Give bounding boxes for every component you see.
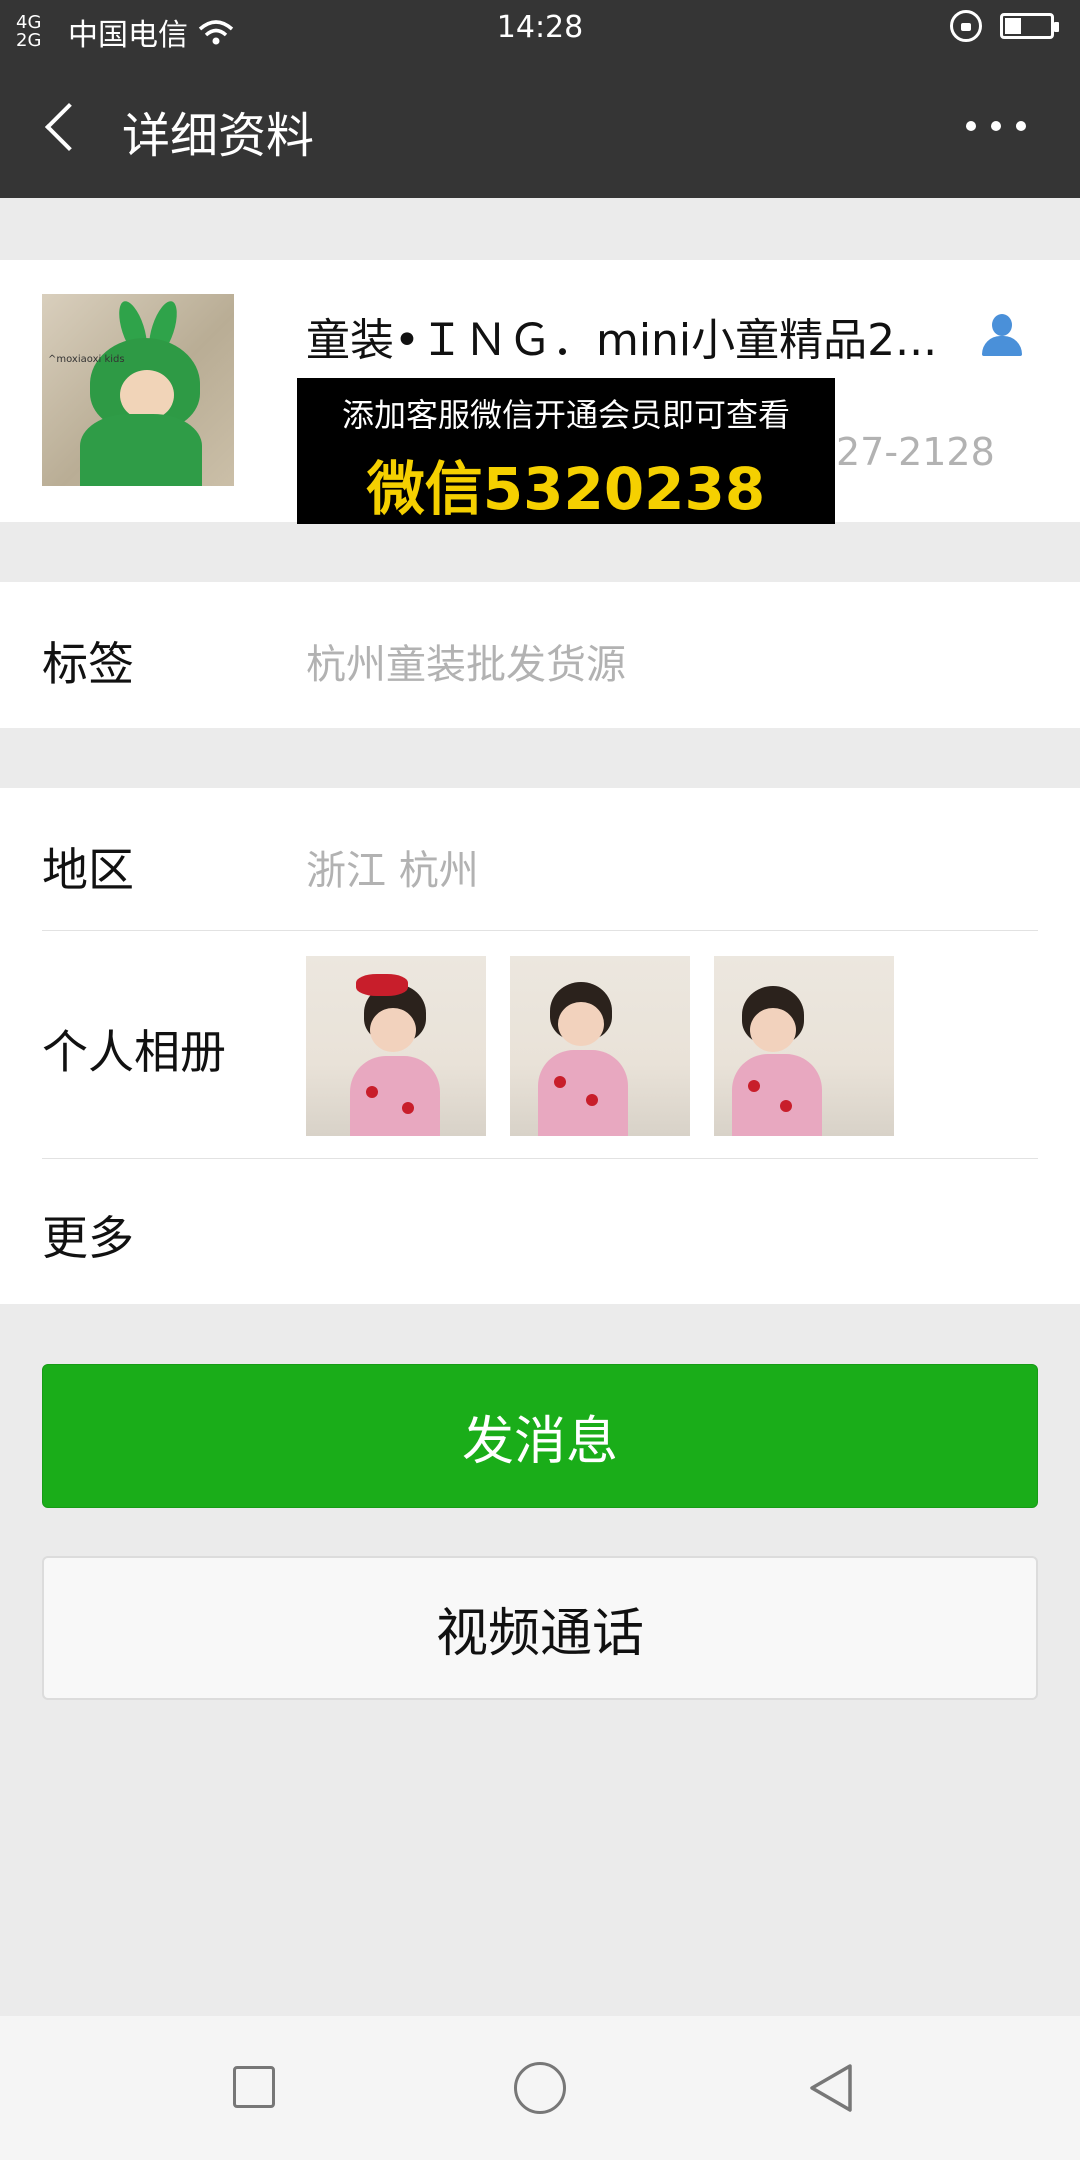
title-bar: 详细资料 — [0, 56, 1080, 198]
photo-face — [750, 1008, 796, 1052]
promo-line-1: 添加客服微信开通会员即可查看 — [341, 396, 790, 434]
avatar-watermark: ^moxiaoxi kids — [48, 354, 125, 365]
photo-cherry — [586, 1094, 598, 1106]
battery-level — [1005, 18, 1021, 34]
photo-cherry — [780, 1100, 792, 1112]
tags-value: 杭州童装批发货源 — [306, 642, 626, 688]
region-label: 地区 — [42, 843, 134, 897]
system-nav-bar — [0, 2016, 1080, 2160]
album-label: 个人相册 — [42, 1025, 226, 1079]
rotation-lock-icon — [950, 10, 982, 42]
divider — [42, 1158, 1038, 1159]
back-button[interactable] — [34, 96, 94, 156]
photo-bow — [356, 974, 408, 996]
promo-line-2: 微信5320238 — [366, 455, 766, 523]
album-photo[interactable] — [510, 956, 690, 1136]
photo-shirt — [350, 1056, 440, 1136]
video-call-button[interactable]: 视频通话 — [42, 1556, 1038, 1700]
info-card: 地区 浙江 杭州 个人相册 更多 — [0, 788, 1080, 1304]
photo-cherry — [366, 1086, 378, 1098]
promo-overlay: 添加客服微信开通会员即可查看 微信5320238 — [297, 378, 835, 524]
photo-face — [370, 1008, 416, 1052]
avatar[interactable]: ^moxiaoxi kids — [42, 294, 234, 486]
dot-icon — [991, 121, 1001, 131]
chevron-left-icon — [44, 102, 94, 152]
status-time: 14:28 — [496, 10, 584, 45]
album-photo[interactable] — [306, 956, 486, 1136]
photo-cherry — [402, 1102, 414, 1114]
album-photo[interactable] — [714, 956, 894, 1136]
photo-shirt — [732, 1054, 822, 1136]
photo-cherry — [554, 1076, 566, 1088]
region-value: 浙江 杭州 — [306, 848, 479, 894]
battery-icon — [1000, 13, 1059, 39]
dot-icon — [1016, 121, 1026, 131]
send-message-button[interactable]: 发消息 — [42, 1364, 1038, 1508]
divider — [42, 930, 1038, 931]
recent-apps-icon[interactable] — [233, 2066, 275, 2108]
page-title: 详细资料 — [122, 108, 315, 164]
person-body — [982, 336, 1022, 356]
photo-cherry — [748, 1080, 760, 1092]
contact-person-icon — [978, 310, 1026, 358]
more-options-button[interactable] — [966, 116, 1026, 136]
child-body — [80, 414, 202, 486]
dot-icon — [966, 121, 976, 131]
photo-face — [558, 1002, 604, 1046]
person-head — [992, 314, 1012, 336]
status-right — [950, 10, 1059, 42]
tags-card[interactable]: 标签 杭州童装批发货源 — [0, 582, 1080, 728]
wechat-id: 27-2128 — [836, 430, 995, 474]
profile-name: 童装•ＩＮＧ．mini小童精品2... — [306, 315, 938, 366]
photo-shirt — [538, 1050, 628, 1136]
back-triangle-icon[interactable] — [806, 2062, 854, 2114]
more-label[interactable]: 更多 — [42, 1202, 134, 1268]
child-face — [120, 370, 174, 420]
status-bar: 4G 2G 中国电信 14:28 — [0, 0, 1080, 56]
home-icon[interactable] — [514, 2062, 566, 2114]
tags-label: 标签 — [42, 637, 134, 691]
